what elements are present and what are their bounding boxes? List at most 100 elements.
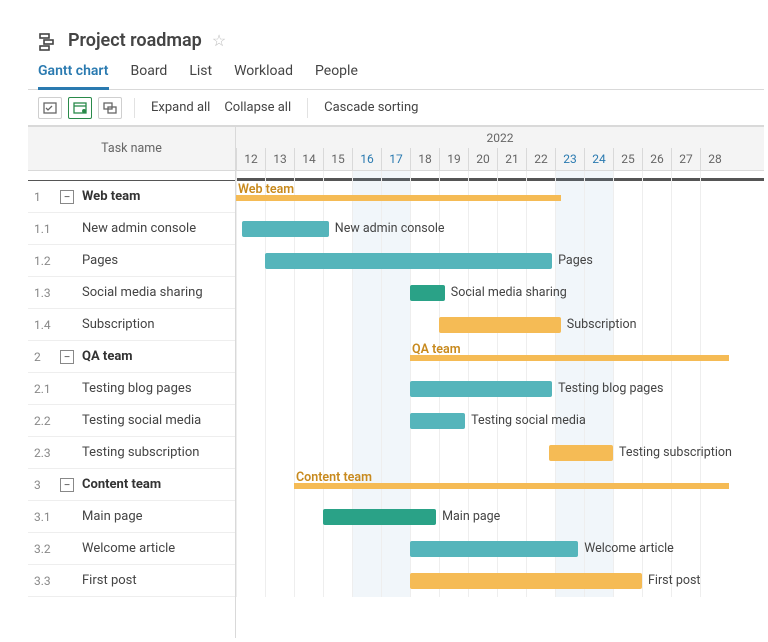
day-column-header: 19 (439, 148, 468, 170)
timeline-spacer (28, 171, 235, 181)
task-bar-label: Testing blog pages (558, 380, 663, 398)
row-number: 2.1 (34, 382, 60, 396)
chart-row: Testing blog pages (236, 373, 764, 405)
task-bar[interactable] (242, 221, 329, 237)
task-row[interactable]: 2.1 Testing blog pages (28, 373, 235, 405)
task-row[interactable]: 1.4 Subscription (28, 309, 235, 341)
chart-row: Web team (236, 181, 764, 213)
app-root: { "title": "Project roadmap", "tabs": ["… (28, 20, 764, 638)
task-row[interactable]: 1.3Social media sharing (28, 277, 235, 309)
tab-list[interactable]: List (189, 57, 212, 89)
calendar-icon[interactable] (68, 97, 92, 119)
group-summary-bar[interactable] (410, 355, 729, 361)
task-bar[interactable] (549, 445, 613, 461)
task-name: Testing blog pages (82, 381, 227, 396)
task-name: Welcome article (82, 541, 227, 556)
toolbar: Expand all Collapse all Cascade sorting (28, 90, 764, 126)
gantt-chart[interactable]: 2022 1213141516171819202122232425262728 … (236, 127, 764, 638)
task-bar[interactable] (439, 317, 561, 333)
day-column-header: 25 (613, 148, 642, 170)
task-row[interactable]: 3.1 Main page (28, 501, 235, 533)
task-bar[interactable] (410, 541, 578, 557)
task-bar[interactable] (410, 381, 552, 397)
row-number: 1.3 (34, 286, 60, 300)
task-row[interactable]: 1.2Pages (28, 245, 235, 277)
task-group-row[interactable]: 2−QA team (28, 341, 235, 373)
day-column-header: 17 (381, 148, 410, 170)
chart-row: Welcome article (236, 533, 764, 565)
title-bar: Project roadmap ☆ (28, 20, 764, 57)
task-name: Testing subscription (82, 445, 227, 460)
task-bar-label: First post (648, 572, 701, 590)
task-bar-label: Welcome article (584, 540, 674, 558)
chart-row: Pages (236, 245, 764, 277)
row-number: 2.2 (34, 414, 60, 428)
tab-workload[interactable]: Workload (234, 57, 293, 89)
group-summary-bar[interactable] (294, 483, 729, 489)
row-number: 3 (34, 478, 60, 492)
timeline-year: 2022 (236, 131, 764, 145)
day-column-header: 16 (352, 148, 381, 170)
task-bar-label: Pages (558, 252, 593, 270)
task-name: Subscription (82, 317, 227, 332)
task-bar-label: Testing subscription (619, 444, 732, 462)
collapse-toggle[interactable]: − (60, 478, 74, 492)
day-column-header: 21 (497, 148, 526, 170)
tab-gantt[interactable]: Gantt chart (38, 57, 109, 90)
task-bar-label: Main page (442, 508, 500, 526)
day-column-header: 24 (584, 148, 613, 170)
task-row[interactable]: 2.3 Testing subscription (28, 437, 235, 469)
row-number: 1.2 (34, 254, 60, 268)
task-row[interactable]: 2.2Testing social media (28, 405, 235, 437)
tab-people[interactable]: People (315, 57, 358, 89)
favorite-button[interactable]: ☆ (212, 31, 226, 50)
task-name: Web team (82, 189, 227, 204)
row-number: 1.1 (34, 222, 60, 236)
roadmap-icon (38, 31, 58, 51)
task-name: Main page (82, 509, 227, 524)
chart-body: Web teamNew admin consolePagesSocial med… (236, 171, 764, 597)
row-number: 1.4 (34, 318, 60, 332)
task-bar[interactable] (410, 573, 642, 589)
row-number: 3.2 (34, 542, 60, 556)
day-column-header: 23 (555, 148, 584, 170)
tab-board[interactable]: Board (131, 57, 168, 89)
row-number: 3.1 (34, 510, 60, 524)
task-bar[interactable] (410, 413, 465, 429)
task-bar-label: Subscription (567, 316, 637, 334)
group-summary-bar[interactable] (236, 195, 561, 201)
task-name: First post (82, 573, 227, 588)
task-bar[interactable] (410, 285, 445, 301)
day-column-header: 15 (323, 148, 352, 170)
chart-row: Social media sharing (236, 277, 764, 309)
gantt-grid: Task name 1−Web team1.1New admin console… (28, 126, 764, 638)
collapse-toggle[interactable]: − (60, 190, 74, 204)
task-row[interactable]: 3.2 Welcome article (28, 533, 235, 565)
chart-row: QA team (236, 341, 764, 373)
collapse-all-button[interactable]: Collapse all (220, 96, 295, 119)
row-number: 1 (34, 190, 60, 204)
expand-all-button[interactable]: Expand all (147, 96, 214, 119)
day-column-header: 18 (410, 148, 439, 170)
task-name-header: Task name (28, 127, 235, 171)
task-row[interactable]: 3.3First post (28, 565, 235, 597)
day-column-header: 13 (265, 148, 294, 170)
day-column-header: 27 (671, 148, 700, 170)
task-bar-label: Social media sharing (451, 284, 567, 302)
task-bar-label: Testing social media (471, 412, 586, 430)
cascade-sorting-button[interactable]: Cascade sorting (320, 96, 422, 119)
task-name: QA team (82, 349, 227, 364)
task-group-row[interactable]: 1−Web team (28, 181, 235, 213)
task-row[interactable]: 1.1New admin console (28, 213, 235, 245)
task-bar[interactable] (323, 509, 436, 525)
checklist-icon[interactable] (38, 97, 62, 119)
day-column-header: 26 (642, 148, 671, 170)
day-column-header: 28 (700, 148, 729, 170)
task-group-row[interactable]: 3−Content team (28, 469, 235, 501)
collapse-toggle[interactable]: − (60, 350, 74, 364)
layers-icon[interactable] (98, 97, 122, 119)
timeline-header: 2022 1213141516171819202122232425262728 (236, 127, 764, 171)
row-number: 2.3 (34, 446, 60, 460)
chart-row: Content team (236, 469, 764, 501)
task-bar[interactable] (265, 253, 552, 269)
